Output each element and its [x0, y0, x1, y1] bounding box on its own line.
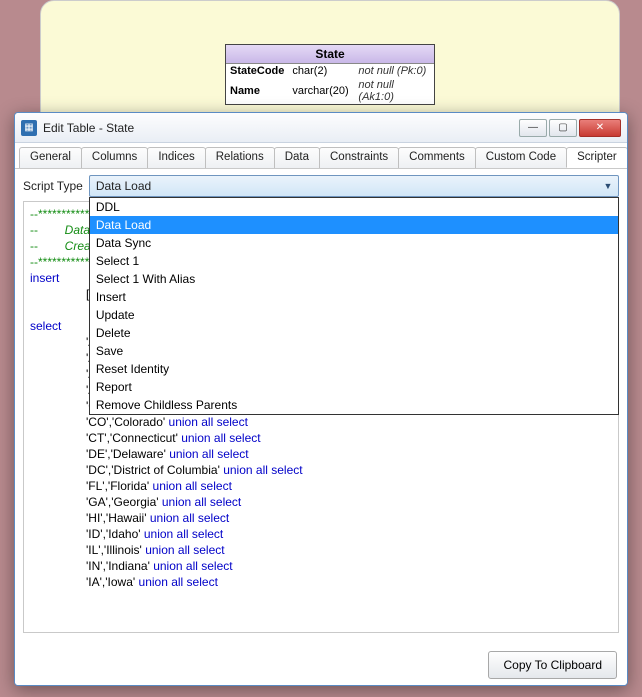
- col-name: Name: [226, 78, 288, 104]
- close-button[interactable]: ✕: [579, 119, 621, 137]
- diagram-column-row: StateCode char(2) not null (Pk:0): [226, 64, 434, 78]
- option-delete[interactable]: Delete: [90, 324, 618, 342]
- window-title: Edit Table - State: [43, 121, 134, 135]
- copy-to-clipboard-button[interactable]: Copy To Clipboard: [488, 651, 617, 679]
- option-insert[interactable]: Insert: [90, 288, 618, 306]
- col-attrs: not null (Pk:0): [354, 64, 434, 78]
- script-type-dropdown: DDLData LoadData SyncSelect 1Select 1 Wi…: [89, 197, 619, 415]
- option-data-sync[interactable]: Data Sync: [90, 234, 618, 252]
- script-line: 'CT','Connecticut' union all select: [30, 430, 612, 446]
- option-reset-identity[interactable]: Reset Identity: [90, 360, 618, 378]
- titlebar[interactable]: ▦ Edit Table - State — ▢ ✕: [15, 113, 627, 143]
- script-line: 'IN','Indiana' union all select: [30, 558, 612, 574]
- minimize-button[interactable]: —: [519, 119, 547, 137]
- tab-bar: GeneralColumnsIndicesRelationsDataConstr…: [15, 143, 627, 169]
- script-line: 'HI','Hawaii' union all select: [30, 510, 612, 526]
- col-attrs: not null (Ak1:0): [354, 78, 434, 104]
- option-report[interactable]: Report: [90, 378, 618, 396]
- script-type-value[interactable]: Data Load: [89, 175, 619, 197]
- edit-table-window: ▦ Edit Table - State — ▢ ✕ GeneralColumn…: [14, 112, 628, 686]
- script-type-combo[interactable]: Data Load ▼ DDLData LoadData SyncSelect …: [89, 175, 619, 197]
- option-select-1-with-alias[interactable]: Select 1 With Alias: [90, 270, 618, 288]
- option-data-load[interactable]: Data Load: [90, 216, 618, 234]
- script-line: 'FL','Florida' union all select: [30, 478, 612, 494]
- diagram-columns: StateCode char(2) not null (Pk:0) Name v…: [226, 64, 434, 104]
- tab-general[interactable]: General: [19, 147, 82, 168]
- tab-relations[interactable]: Relations: [205, 147, 275, 168]
- script-line: 'CO','Colorado' union all select: [30, 414, 612, 430]
- script-type-label: Script Type: [23, 179, 83, 193]
- script-line: 'DE','Delaware' union all select: [30, 446, 612, 462]
- col-type: varchar(20): [288, 78, 354, 104]
- option-update[interactable]: Update: [90, 306, 618, 324]
- tab-scripter[interactable]: Scripter: [566, 147, 628, 168]
- table-diagram: State StateCode char(2) not null (Pk:0) …: [225, 44, 435, 105]
- option-select-1[interactable]: Select 1: [90, 252, 618, 270]
- diagram-column-row: Name varchar(20) not null (Ak1:0): [226, 78, 434, 104]
- tab-indices[interactable]: Indices: [147, 147, 205, 168]
- tab-comments[interactable]: Comments: [398, 147, 476, 168]
- option-remove-childless-parents[interactable]: Remove Childless Parents: [90, 396, 618, 414]
- script-line: 'IL','Illinois' union all select: [30, 542, 612, 558]
- option-ddl[interactable]: DDL: [90, 198, 618, 216]
- tab-columns[interactable]: Columns: [81, 147, 148, 168]
- tab-custom-code[interactable]: Custom Code: [475, 147, 567, 168]
- script-line: 'IA','Iowa' union all select: [30, 574, 612, 590]
- tab-constraints[interactable]: Constraints: [319, 147, 399, 168]
- script-line: 'GA','Georgia' union all select: [30, 494, 612, 510]
- col-type: char(2): [288, 64, 354, 78]
- option-save[interactable]: Save: [90, 342, 618, 360]
- script-line: 'ID','Idaho' union all select: [30, 526, 612, 542]
- app-icon: ▦: [21, 120, 37, 136]
- col-name: StateCode: [226, 64, 288, 78]
- script-line: 'DC','District of Columbia' union all se…: [30, 462, 612, 478]
- tab-data[interactable]: Data: [274, 147, 320, 168]
- maximize-button[interactable]: ▢: [549, 119, 577, 137]
- diagram-title: State: [226, 45, 434, 64]
